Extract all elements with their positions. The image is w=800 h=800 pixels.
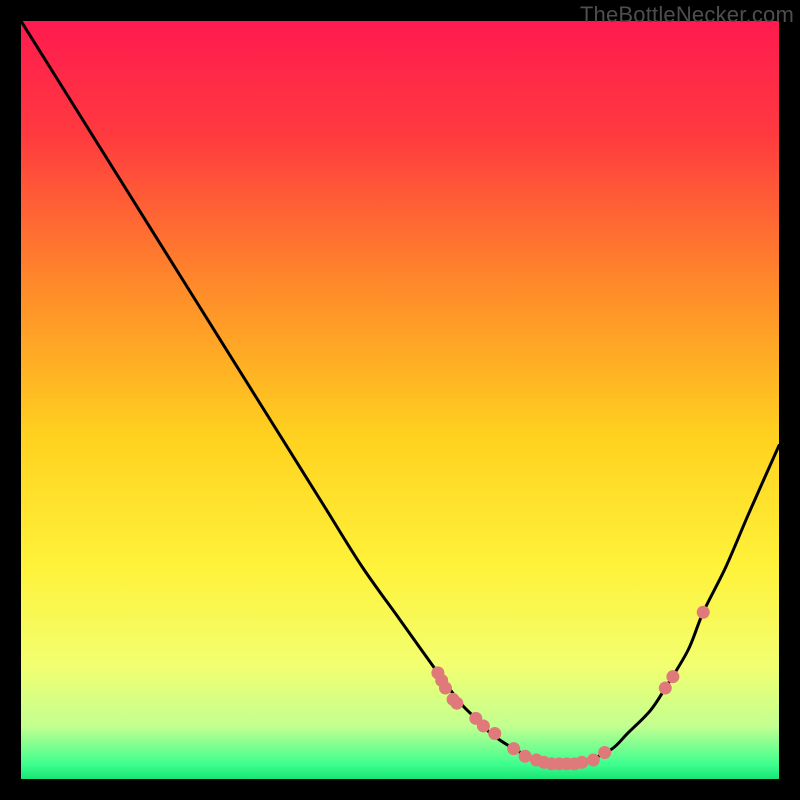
chart-svg <box>21 21 779 779</box>
scatter-dot <box>598 746 611 759</box>
scatter-dot <box>450 697 463 710</box>
chart-background <box>21 21 779 779</box>
scatter-dot <box>519 750 532 763</box>
chart-frame <box>21 21 779 779</box>
scatter-dot <box>488 727 501 740</box>
scatter-dot <box>477 719 490 732</box>
scatter-dot <box>507 742 520 755</box>
scatter-dot <box>697 606 710 619</box>
scatter-dot <box>439 682 452 695</box>
watermark-text: TheBottleNecker.com <box>580 2 794 28</box>
scatter-dot <box>575 756 588 769</box>
scatter-dot <box>666 670 679 683</box>
scatter-dot <box>587 754 600 767</box>
scatter-dot <box>659 682 672 695</box>
